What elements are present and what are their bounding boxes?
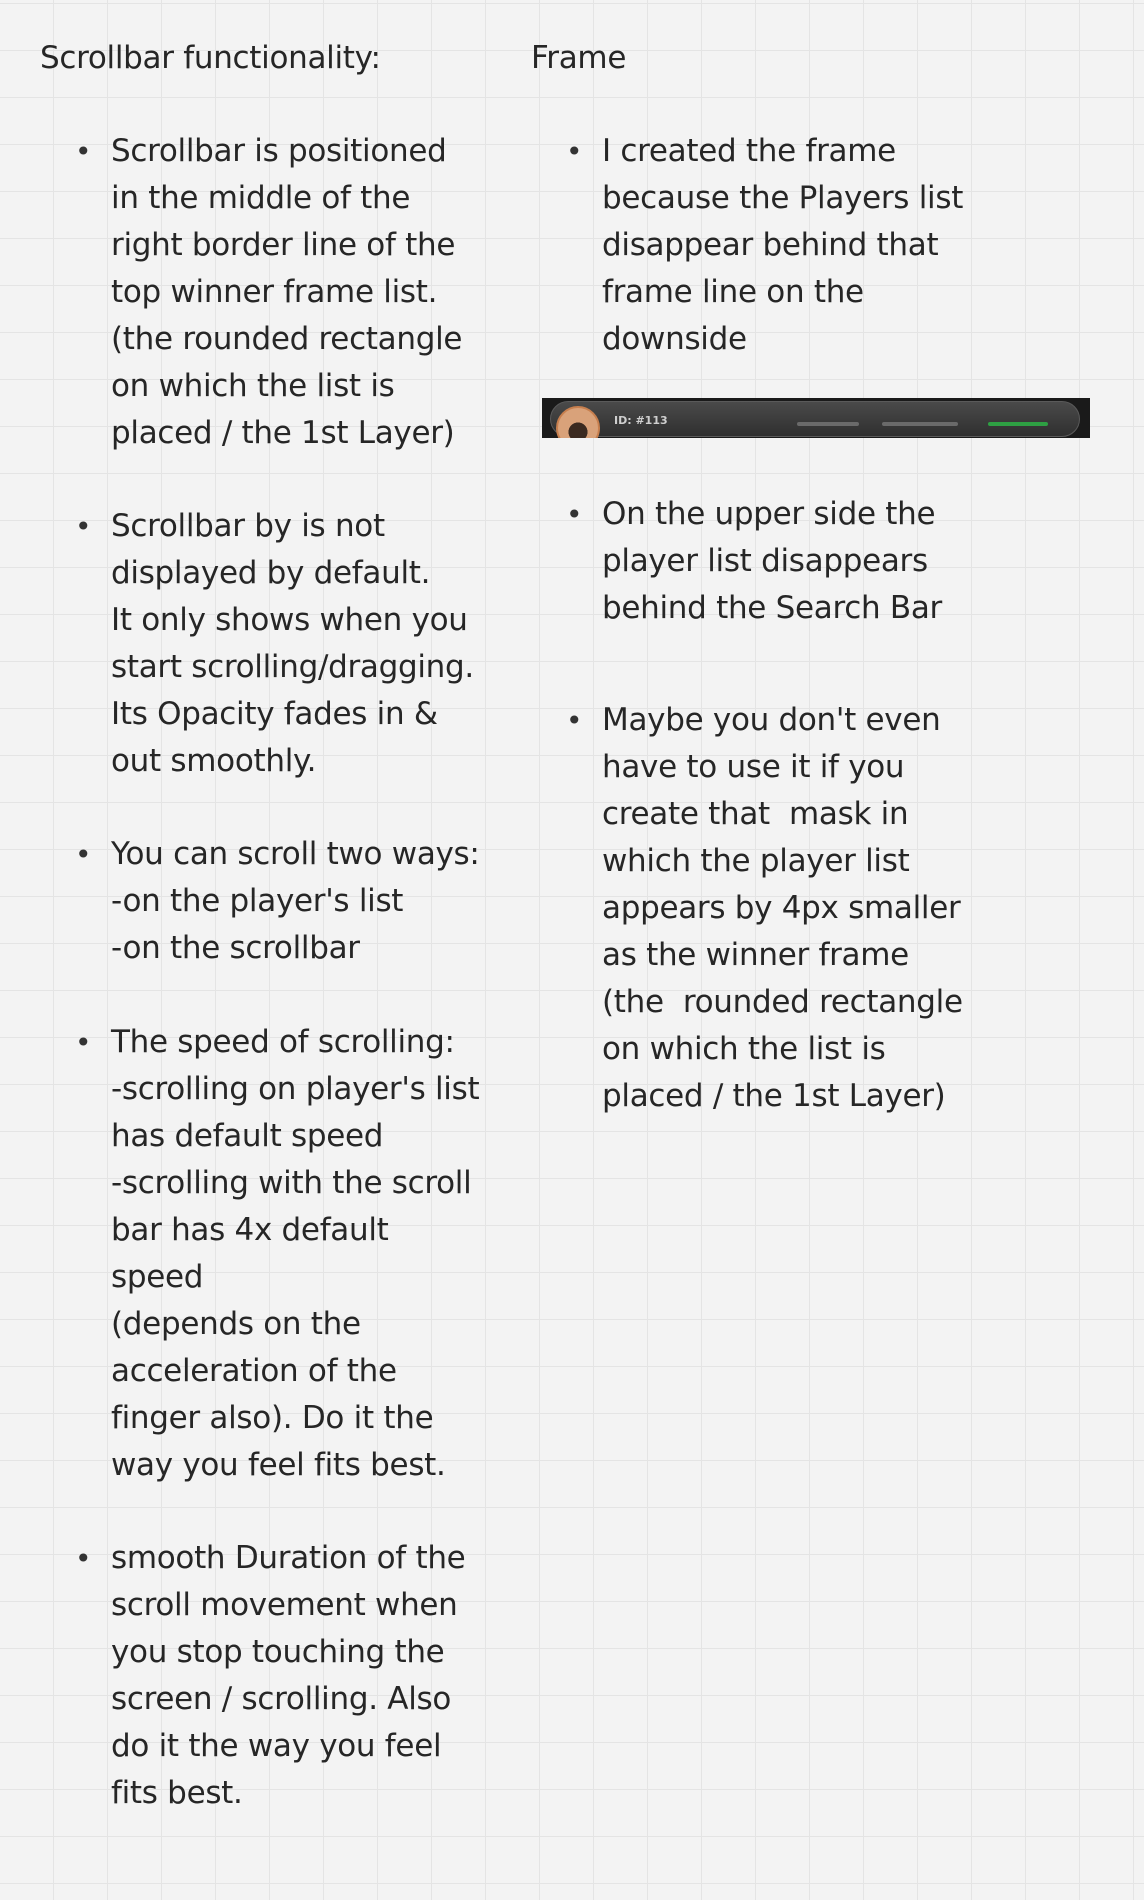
bullet-dot: • bbox=[566, 498, 583, 531]
blurred-date-text bbox=[882, 422, 958, 426]
bullet-text: Maybe you don't even have to use it if y… bbox=[602, 702, 963, 1114]
bullet-dot: • bbox=[75, 510, 92, 543]
bullet-text: I created the frame because the Players … bbox=[602, 133, 964, 357]
scrollbar-heading: Scrollbar functionality: bbox=[40, 40, 381, 76]
bullet-dot: • bbox=[75, 135, 92, 168]
bullet-text: You can scroll two ways: -on the player'… bbox=[111, 836, 480, 966]
bullet-text: On the upper side the player list disapp… bbox=[602, 496, 942, 626]
bullet-text: The speed of scrolling: -scrolling on pl… bbox=[111, 1024, 480, 1483]
frame-heading: Frame bbox=[531, 40, 627, 76]
bullet-text: Scrollbar is positioned in the middle of… bbox=[111, 133, 463, 451]
bullet-dot: • bbox=[75, 1026, 92, 1059]
bullet-text: Scrollbar by is not displayed by default… bbox=[111, 508, 474, 779]
bullet-text: smooth Duration of the scroll movement w… bbox=[111, 1540, 466, 1811]
bullet-dot: • bbox=[75, 1542, 92, 1575]
bullet-dot: • bbox=[75, 838, 92, 871]
bullet-dot: • bbox=[566, 704, 583, 737]
blurred-time-text bbox=[797, 422, 859, 426]
bullet-dot: • bbox=[566, 135, 583, 168]
player-row-screenshot: ID: #113 bbox=[542, 398, 1090, 438]
player-id-label: ID: #113 bbox=[614, 414, 668, 427]
blurred-amount-text bbox=[988, 422, 1048, 426]
